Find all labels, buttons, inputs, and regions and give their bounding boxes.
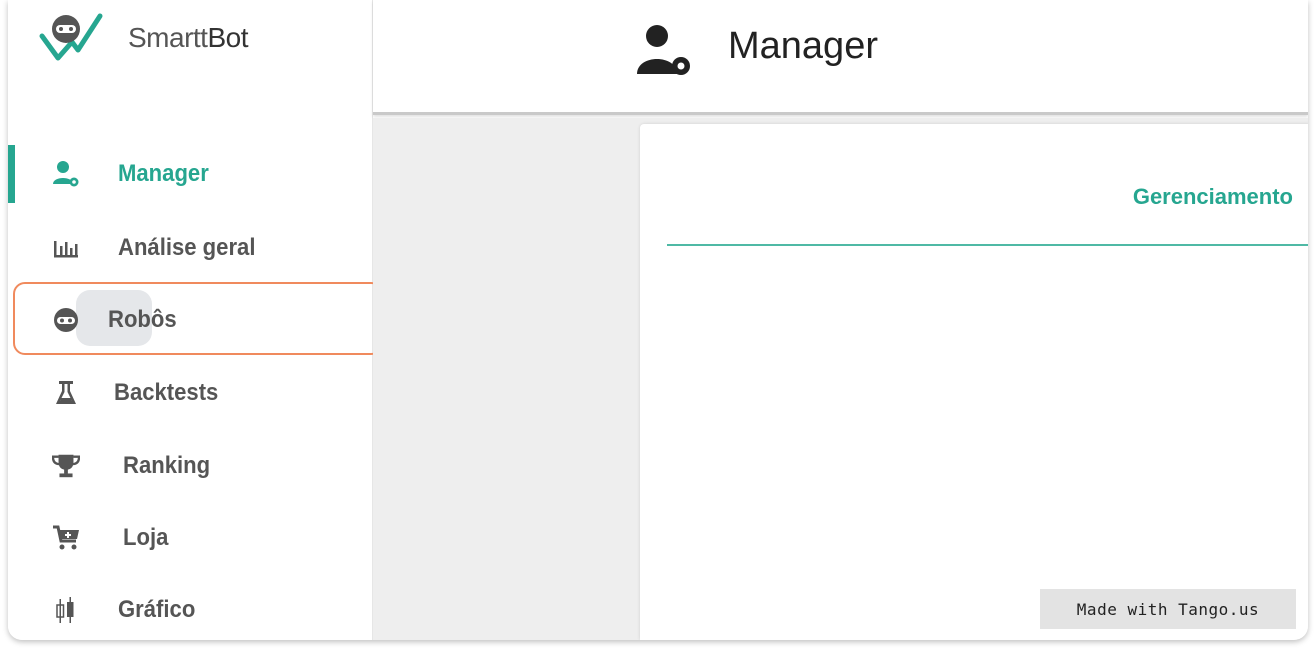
sidebar: SmarttBot Manager Análise geral Robôs Ba… [8,0,383,640]
candlestick-icon [52,596,80,624]
sidebar-item-backtests[interactable]: Backtests [8,365,373,421]
logo-text: SmarttBot [128,22,248,53]
tab-gerenciamento[interactable]: Gerenciamento [1133,184,1293,210]
smarttbot-logo-icon [39,13,103,61]
content-card: Gerenciamento [640,124,1308,640]
user-gear-icon [635,22,699,83]
top-header: Manager [373,0,1308,115]
app-window: SmarttBot Manager Análise geral Robôs Ba… [8,0,1308,640]
logo[interactable]: SmarttBot [38,12,248,64]
sidebar-item-label: Análise geral [118,234,256,261]
bar-chart-icon [52,234,80,262]
sidebar-item-loja[interactable]: Loja [8,510,373,566]
sidebar-item-manager[interactable]: Manager [8,146,373,202]
user-gear-icon [52,160,80,188]
cart-icon [52,524,80,552]
page-title: Manager [728,25,878,67]
sidebar-item-label: Manager [118,160,209,187]
watermark: Made with Tango.us [1040,589,1296,629]
sidebar-item-grafico[interactable]: Gráfico [8,582,373,638]
click-highlight [13,282,383,355]
trophy-icon [52,452,80,480]
sidebar-item-label: Ranking [123,452,211,479]
sidebar-item-analise-geral[interactable]: Análise geral [8,220,373,276]
flask-icon [52,379,80,407]
tab-underline [667,244,1308,246]
sidebar-item-ranking[interactable]: Ranking [8,438,373,494]
sidebar-item-label: Loja [123,524,169,551]
sidebar-item-label: Backtests [114,379,219,406]
sidebar-item-label: Gráfico [118,596,196,623]
